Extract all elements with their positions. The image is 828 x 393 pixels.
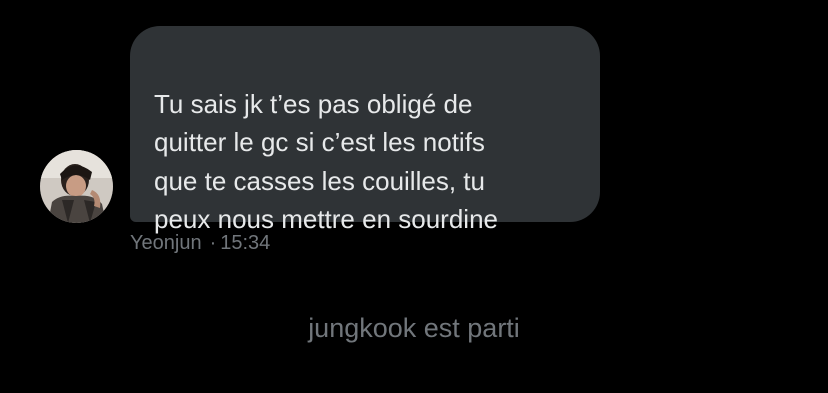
message-bubble[interactable]: Tu sais jk t’es pas obligé de quitter le… — [130, 26, 600, 234]
system-event-message: jungkook est parti — [308, 313, 520, 343]
sender-name[interactable]: Yeonjun — [130, 232, 202, 254]
meta-separator: · — [209, 232, 217, 254]
message-timestamp: 15:34 — [220, 232, 271, 254]
message-text: Tu sais jk t’es pas obligé de quitter le… — [154, 88, 498, 235]
message-meta: Yeonjun · 15:34 — [130, 232, 270, 255]
sender-avatar[interactable] — [40, 150, 113, 223]
avatar-photo-icon — [40, 150, 113, 223]
